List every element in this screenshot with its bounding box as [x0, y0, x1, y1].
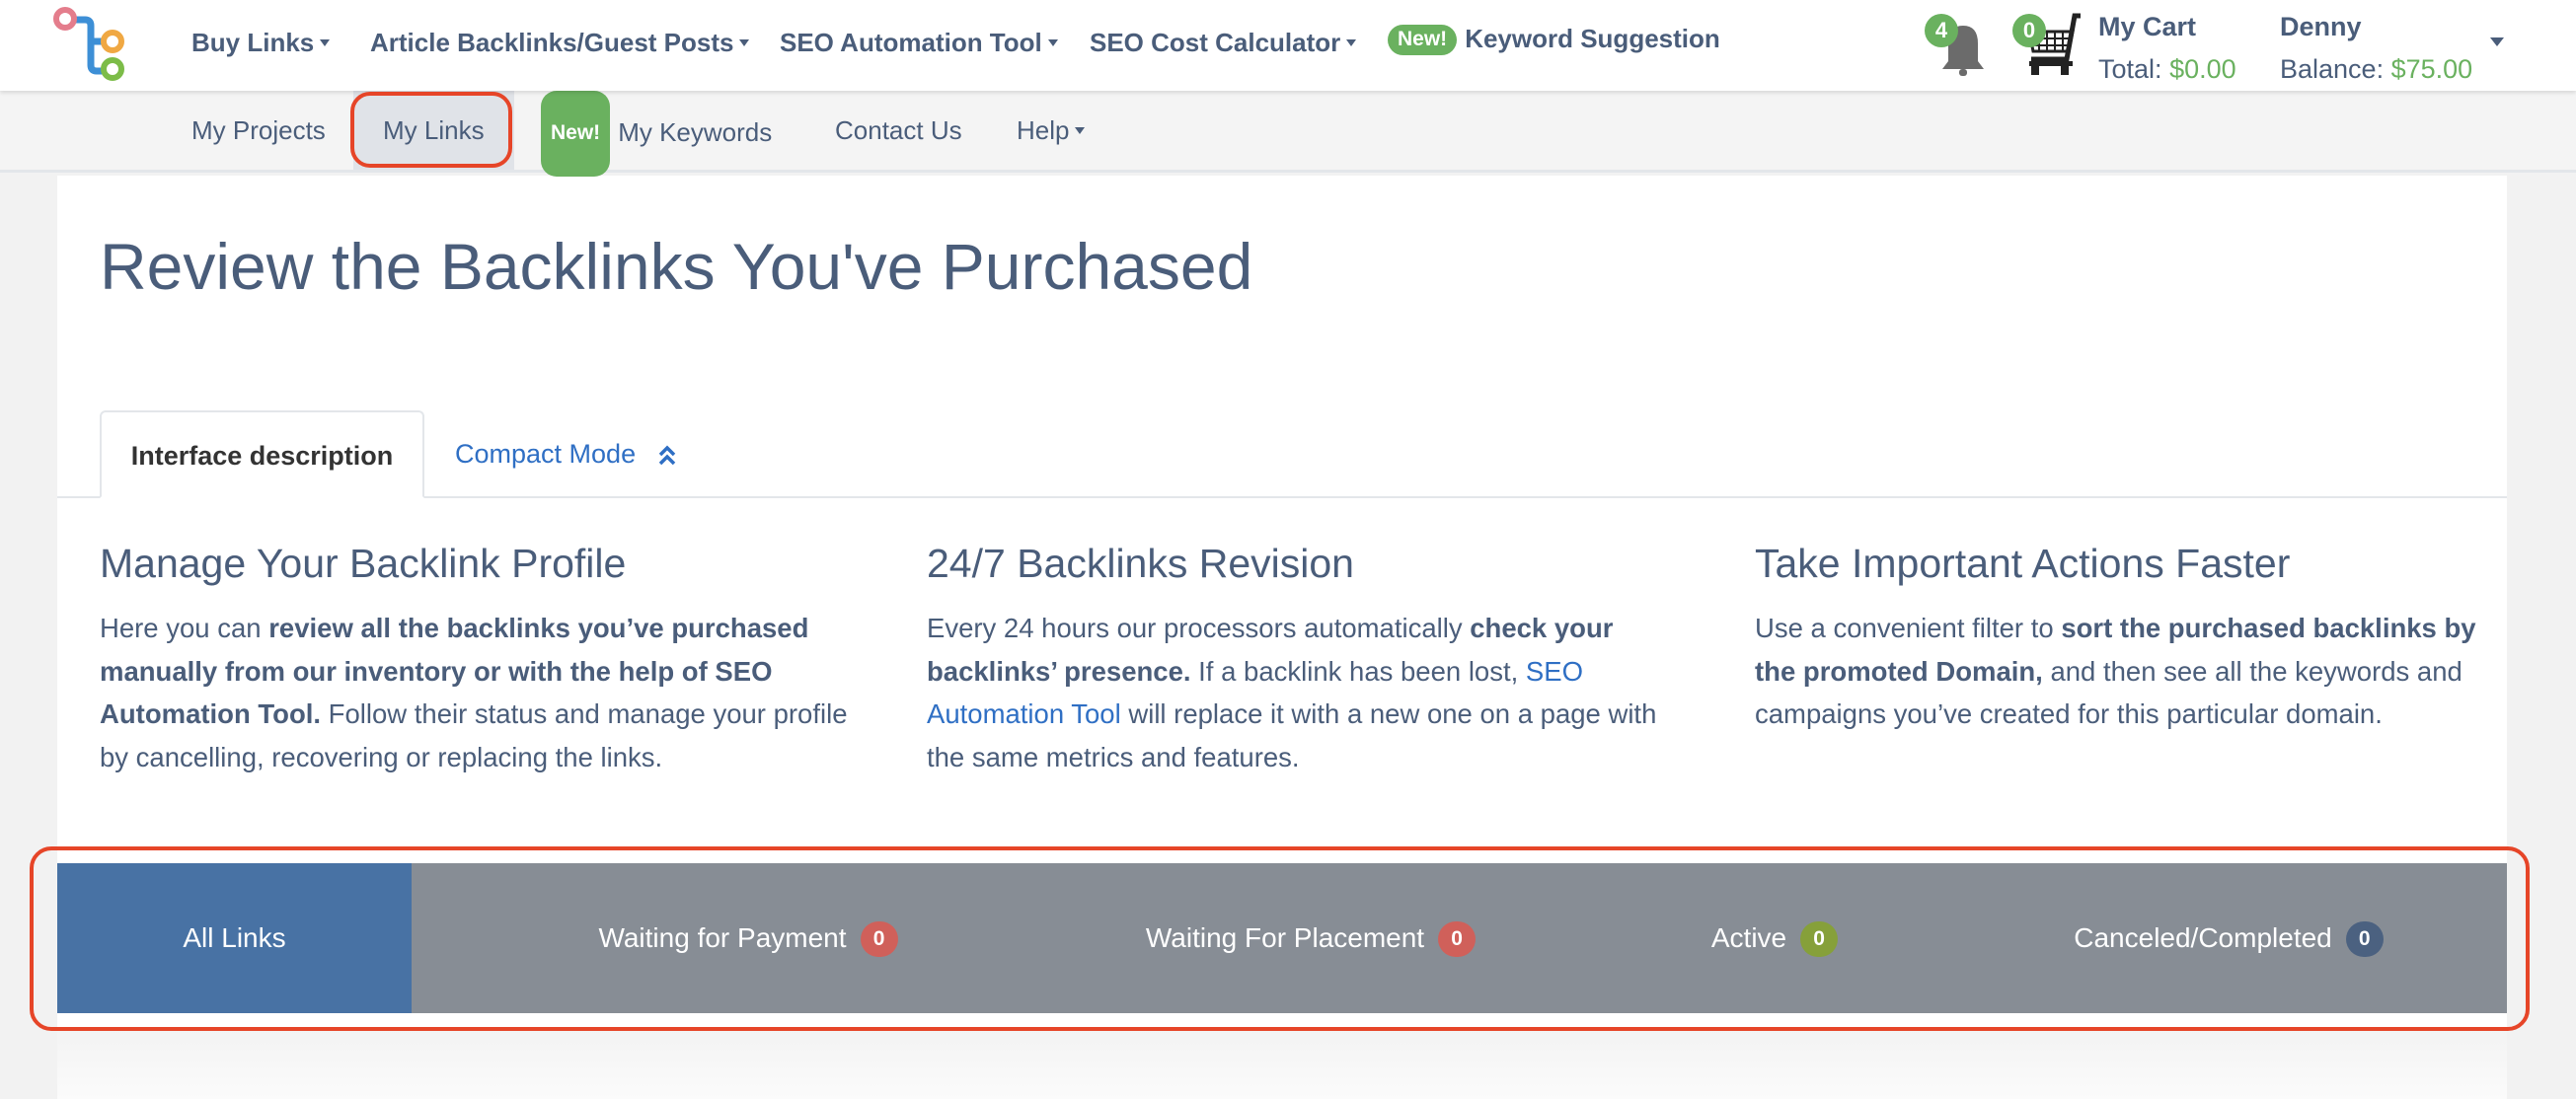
nav-buy-links[interactable]: Buy Links	[191, 28, 331, 58]
column-heading: Take Important Actions Faster	[1755, 541, 2291, 586]
column-text: Every 24 hours our processors automatica…	[927, 607, 1677, 778]
filter-active[interactable]: Active 0	[1627, 863, 1923, 1013]
column-text: Use a convenient filter to sort the purc…	[1755, 607, 2505, 736]
count-badge: 0	[2345, 921, 2384, 957]
column-text: Here you can review all the backlinks yo…	[100, 607, 850, 778]
nav-keyword-suggestion[interactable]: New! Keyword Suggestion	[1388, 24, 1720, 55]
nav-seo-cost-calculator[interactable]: SEO Cost Calculator	[1090, 28, 1357, 58]
subnav-label: My Keywords	[618, 117, 773, 147]
nav-label: SEO Cost Calculator	[1090, 28, 1341, 57]
view-tabs: Interface description Compact Mode	[57, 410, 2507, 498]
count-badge: 0	[860, 921, 898, 957]
content-card-bottom	[57, 1030, 2507, 1099]
info-column-manage: Manage Your Backlink Profile Here you ca…	[100, 541, 850, 778]
cart-count: 0	[2012, 14, 2046, 47]
filter-all-links[interactable]: All Links	[57, 863, 412, 1013]
user-name: Denny	[2280, 12, 2362, 41]
balance-label: Balance:	[2280, 54, 2385, 84]
text-segment: If a backlink has been lost,	[1190, 655, 1526, 687]
nav-article-backlinks[interactable]: Article Backlinks/Guest Posts	[370, 28, 750, 58]
page-title: Review the Backlinks You've Purchased	[100, 230, 1253, 303]
status-filter-bar: All Links Waiting for Payment 0 Waiting F…	[57, 863, 2507, 1013]
caret-down-icon	[1047, 38, 1058, 46]
nav-label: Buy Links	[191, 28, 315, 57]
cart-total-value: $0.00	[2169, 54, 2236, 84]
info-column-revision: 24/7 Backlinks Revision Every 24 hours o…	[927, 541, 1677, 778]
sub-navbar: My Projects My Links New! My Keywords Con…	[0, 91, 2576, 177]
cart-title: My Cart	[2098, 12, 2197, 41]
user-dropdown-caret-icon[interactable]	[2490, 37, 2504, 46]
filter-label: Active	[1710, 922, 1787, 953]
nav-label: SEO Automation Tool	[780, 28, 1042, 57]
nav-label: Keyword Suggestion	[1465, 24, 1720, 53]
caret-down-icon	[1075, 126, 1086, 134]
column-heading: 24/7 Backlinks Revision	[927, 541, 1354, 586]
caret-down-icon	[320, 38, 331, 46]
subnav-help[interactable]: Help	[1017, 91, 1086, 170]
filter-label: Waiting for Payment	[598, 922, 847, 953]
user-menu[interactable]: Denny Balance: $75.00	[2280, 6, 2472, 91]
cart-summary[interactable]: My Cart Total: $0.00	[2098, 6, 2236, 91]
subnav-contact-us[interactable]: Contact Us	[835, 91, 962, 170]
logo-icon[interactable]	[51, 6, 130, 83]
info-column-actions: Take Important Actions Faster Use a conv…	[1755, 541, 2505, 736]
subnav-label: Help	[1017, 115, 1070, 145]
new-badge: New!	[541, 91, 611, 177]
count-badge: 0	[1438, 921, 1477, 957]
nav-label: Article Backlinks/Guest Posts	[370, 28, 734, 57]
filter-label: Waiting For Placement	[1145, 922, 1425, 953]
subnav-my-projects[interactable]: My Projects	[191, 91, 326, 170]
filter-waiting-for-placement[interactable]: Waiting For Placement 0	[1054, 863, 1567, 1013]
caret-down-icon	[739, 38, 750, 46]
double-chevron-up-icon	[658, 445, 675, 466]
new-badge: New!	[1388, 25, 1458, 55]
filter-canceled-completed[interactable]: Canceled/Completed 0	[2011, 863, 2446, 1013]
tab-interface-description[interactable]: Interface description	[100, 410, 424, 498]
filter-waiting-for-payment[interactable]: Waiting for Payment 0	[492, 863, 1005, 1013]
tab-compact-mode[interactable]: Compact Mode	[455, 410, 677, 498]
notifications-count: 4	[1925, 14, 1958, 47]
subnav-my-keywords[interactable]: New! My Keywords	[541, 91, 773, 177]
nav-seo-automation-tool[interactable]: SEO Automation Tool	[780, 28, 1058, 58]
top-navbar: Buy Links Article Backlinks/Guest Posts …	[0, 0, 2576, 91]
text-segment: Here you can	[100, 613, 269, 643]
count-badge: 0	[1800, 921, 1839, 957]
filter-label: Canceled/Completed	[2074, 922, 2332, 953]
caret-down-icon	[1346, 38, 1357, 46]
text-segment: Use a convenient filter to	[1755, 613, 2062, 643]
column-heading: Manage Your Backlink Profile	[100, 541, 627, 586]
cart-total-label: Total:	[2098, 54, 2162, 84]
subnav-my-links[interactable]: My Links	[353, 91, 514, 170]
text-segment: Every 24 hours our processors automatica…	[927, 613, 1471, 643]
balance-value: $75.00	[2390, 54, 2473, 84]
tab-label: Compact Mode	[455, 439, 637, 469]
